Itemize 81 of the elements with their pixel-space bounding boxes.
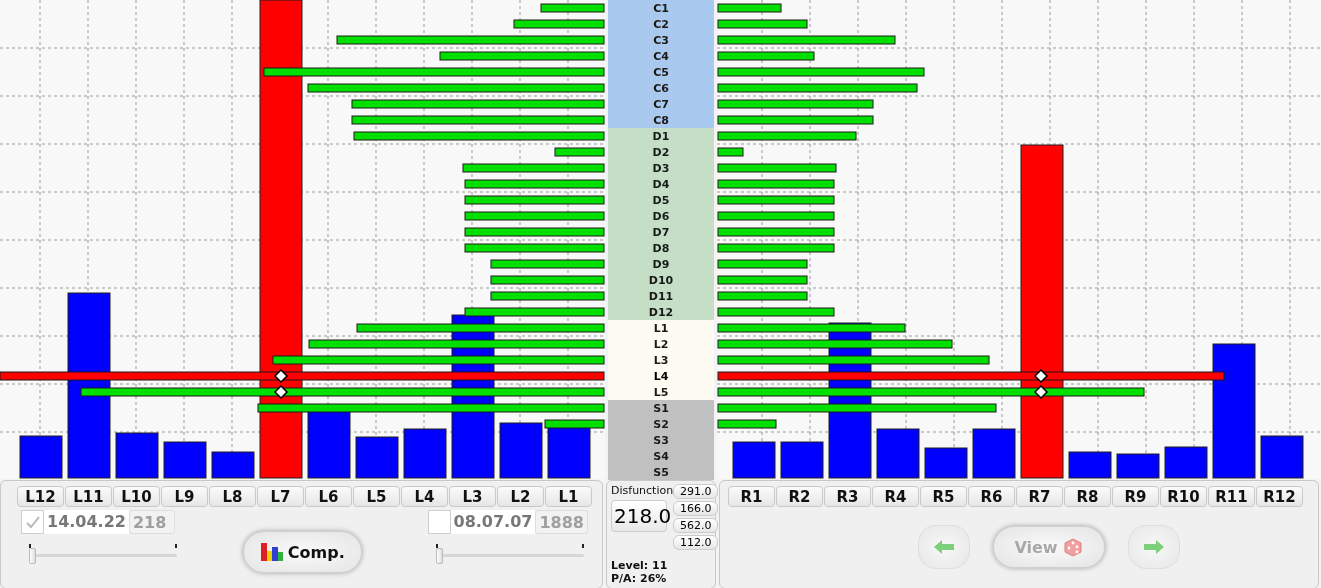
row-label: C2 xyxy=(653,17,669,31)
column-button[interactable]: R4 xyxy=(872,486,919,507)
date-text: 08.07.07 xyxy=(450,510,536,534)
diamond-marker xyxy=(273,384,289,400)
row-label: D4 xyxy=(652,177,670,191)
diamond-marker xyxy=(1033,368,1049,384)
row-label: S3 xyxy=(653,433,669,447)
row-label: C1 xyxy=(653,1,669,15)
row-label: D12 xyxy=(648,305,674,319)
bar-chart-icon xyxy=(259,541,284,563)
compare-button[interactable]: Comp. xyxy=(241,530,363,574)
row-label: S1 xyxy=(653,401,669,415)
summary-title: Disfunction xyxy=(611,484,674,497)
level-text: Level: 11 xyxy=(611,559,669,572)
dice-icon xyxy=(1061,536,1084,558)
row-label: D1 xyxy=(652,129,670,143)
column-button[interactable]: L7 xyxy=(257,486,304,507)
column-button[interactable]: L8 xyxy=(209,486,256,507)
count-field: 1888 xyxy=(535,510,588,534)
row-label: C6 xyxy=(653,81,669,95)
reading: 291.0 xyxy=(673,484,719,499)
column-button[interactable]: L1 xyxy=(545,486,592,507)
column-button[interactable]: L10 xyxy=(113,486,160,507)
column-button[interactable]: R6 xyxy=(968,486,1015,507)
left-arrow-icon xyxy=(933,539,956,555)
column-button[interactable]: L4 xyxy=(401,486,448,507)
row-label: D8 xyxy=(652,241,670,255)
row-label: L1 xyxy=(653,321,669,335)
column-button[interactable]: R10 xyxy=(1160,486,1207,507)
row-label: D7 xyxy=(652,225,670,239)
slider[interactable] xyxy=(433,544,584,564)
diamond-marker xyxy=(1033,384,1049,400)
row-label: D6 xyxy=(652,209,670,223)
column-button[interactable]: L5 xyxy=(353,486,400,507)
count-field: 218 xyxy=(128,510,175,534)
column-button[interactable]: L11 xyxy=(65,486,112,507)
reading: 562.0 xyxy=(673,518,719,533)
row-label: D2 xyxy=(652,145,670,159)
row-label: L2 xyxy=(653,337,669,351)
column-button[interactable]: R2 xyxy=(776,486,823,507)
right-arrow-icon xyxy=(1142,539,1165,555)
column-button[interactable]: R1 xyxy=(728,486,775,507)
column-button[interactable]: R7 xyxy=(1016,486,1063,507)
checkbox[interactable] xyxy=(21,510,44,534)
row-label: D5 xyxy=(652,193,670,207)
column-button[interactable]: R8 xyxy=(1064,486,1111,507)
row-label: C7 xyxy=(653,97,669,111)
row-label: C3 xyxy=(653,33,669,47)
row-label: S2 xyxy=(653,417,669,431)
back-button[interactable] xyxy=(918,525,971,569)
row-label: S5 xyxy=(653,465,669,479)
forward-button[interactable] xyxy=(1127,525,1180,569)
pa-text: P/A: 26% xyxy=(611,572,668,585)
column-button[interactable]: L3 xyxy=(449,486,496,507)
date-text: 14.04.22 xyxy=(44,510,129,534)
column-button[interactable]: R12 xyxy=(1256,486,1303,507)
row-label: L4 xyxy=(653,369,669,383)
column-button[interactable]: R5 xyxy=(920,486,967,507)
diamond-marker xyxy=(273,368,289,384)
column-button[interactable]: R9 xyxy=(1112,486,1159,507)
row-label: C5 xyxy=(653,65,669,79)
row-label: C4 xyxy=(653,49,669,63)
row-label: D11 xyxy=(648,289,674,303)
check-icon xyxy=(24,515,41,529)
reading: 112.0 xyxy=(673,535,719,550)
row-label: S4 xyxy=(653,449,669,463)
row-label: D9 xyxy=(652,257,670,271)
column-button[interactable]: L9 xyxy=(161,486,208,507)
row-label: L3 xyxy=(653,353,669,367)
column-button[interactable]: L12 xyxy=(17,486,64,507)
row-label: C8 xyxy=(653,113,669,127)
row-label: D3 xyxy=(652,161,670,175)
column-button[interactable]: L2 xyxy=(497,486,544,507)
row-label: L5 xyxy=(653,385,669,399)
row-label: D10 xyxy=(648,273,674,287)
column-button[interactable]: R11 xyxy=(1208,486,1255,507)
reading: 166.0 xyxy=(673,501,719,516)
column-button[interactable]: L6 xyxy=(305,486,352,507)
slider[interactable] xyxy=(27,544,177,564)
column-button[interactable]: R3 xyxy=(824,486,871,507)
checkbox[interactable] xyxy=(427,510,451,534)
